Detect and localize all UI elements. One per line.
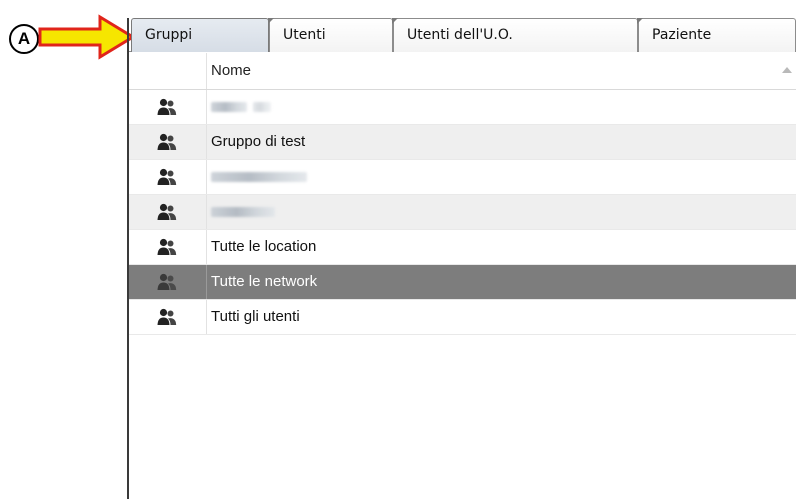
callout-a: A [0, 14, 140, 60]
tab-label: Utenti dell'U.O. [407, 27, 513, 43]
table-row-selected[interactable]: Tutte le network [129, 265, 796, 300]
icon-column-header [129, 53, 207, 89]
obscured-label [211, 207, 275, 217]
row-icon-cell [129, 90, 207, 124]
callout-arrow-icon [38, 14, 136, 60]
tab-paziente[interactable]: Paziente [637, 18, 796, 52]
tab-notch-icon [637, 18, 643, 24]
users-group-icon [157, 238, 177, 255]
row-label: Gruppo di test [211, 133, 306, 150]
tab-gruppi[interactable]: Gruppi [131, 18, 269, 52]
tab-label: Gruppi [145, 27, 193, 43]
row-label: Tutte le network [211, 273, 318, 290]
callout-badge: A [9, 24, 39, 54]
tab-utenti-uo[interactable]: Utenti dell'U.O. [392, 18, 638, 52]
users-group-icon [157, 168, 177, 185]
obscured-label [211, 102, 247, 112]
users-group-icon [157, 98, 177, 115]
table-row[interactable] [129, 90, 796, 125]
row-label: Tutte le location [211, 238, 317, 255]
row-icon-cell [129, 230, 207, 264]
table-row[interactable]: Tutti gli utenti [129, 300, 796, 335]
name-column-header[interactable]: Nome [211, 53, 251, 89]
obscured-label [253, 102, 271, 112]
tab-utenti[interactable]: Utenti [268, 18, 393, 52]
table-row[interactable]: Gruppo di test [129, 125, 796, 160]
tab-strip: Gruppi Utenti Utenti dell'U.O. Paziente [129, 18, 796, 52]
table-row[interactable] [129, 160, 796, 195]
sort-ascending-icon[interactable] [782, 67, 792, 73]
groups-grid: Nome Gruppo di test Tutte le location Tu… [129, 53, 796, 335]
tab-label: Utenti [283, 27, 326, 43]
users-group-icon [157, 273, 177, 290]
table-row[interactable]: Tutte le location [129, 230, 796, 265]
tab-notch-icon [392, 18, 398, 24]
row-label: Tutti gli utenti [211, 308, 300, 325]
row-icon-cell [129, 160, 207, 194]
users-group-icon [157, 203, 177, 220]
row-icon-cell [129, 265, 207, 299]
obscured-label [211, 172, 307, 182]
row-icon-cell [129, 195, 207, 229]
tab-label: Paziente [652, 27, 712, 43]
row-icon-cell [129, 300, 207, 334]
table-row[interactable] [129, 195, 796, 230]
users-group-icon [157, 308, 177, 325]
users-group-icon [157, 133, 177, 150]
grid-header: Nome [129, 53, 796, 90]
row-icon-cell [129, 125, 207, 159]
groups-panel: Gruppi Utenti Utenti dell'U.O. Paziente … [127, 18, 796, 499]
